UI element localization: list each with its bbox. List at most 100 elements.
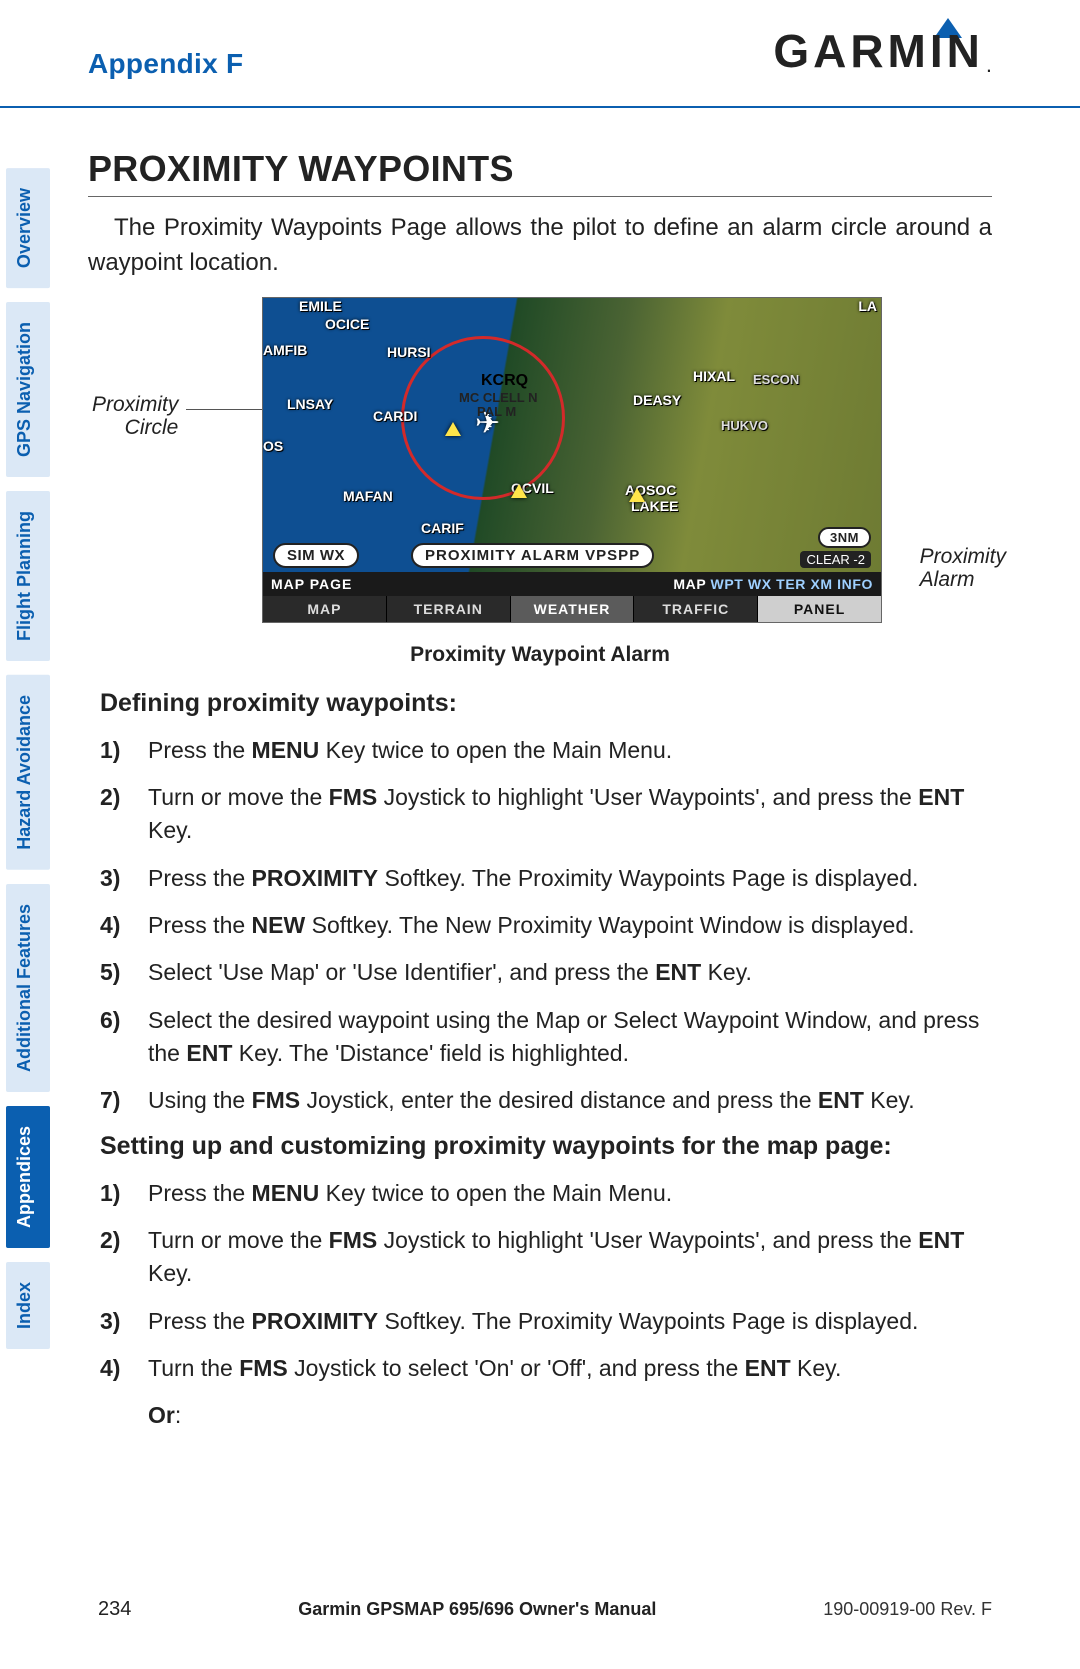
- section-title: PROXIMITY WAYPOINTS: [88, 134, 992, 197]
- logo-text: GARMIN: [773, 24, 984, 78]
- wp-center: KCRQ: [481, 372, 528, 390]
- step-number: 7): [100, 1084, 148, 1117]
- map-label: HUKVO: [721, 418, 768, 433]
- map-label: DEASY: [633, 392, 681, 408]
- step: 3)Press the PROXIMITY Softkey. The Proxi…: [100, 862, 992, 895]
- procedure-steps-2: 1)Press the MENU Key twice to open the M…: [88, 1177, 992, 1433]
- step-text: Turn or move the FMS Joystick to highlig…: [148, 781, 992, 848]
- step-number: 4): [100, 909, 148, 942]
- header: Appendix F GARMIN .: [0, 0, 1080, 108]
- page-tab-right: MAP WPT WX TER XM INFO: [673, 576, 881, 592]
- map-label: ESCON: [753, 372, 799, 387]
- step-text: Press the MENU Key twice to open the Mai…: [148, 1177, 672, 1210]
- step-text: Press the PROXIMITY Softkey. The Proximi…: [148, 1305, 918, 1338]
- sim-wx-pill: SIM WX: [273, 543, 359, 568]
- gps-screenshot: ✈ KCRQ MC CLELL N PAL M EMILE OCICE AMFI…: [262, 297, 882, 623]
- callout-text: Alarm: [920, 568, 975, 591]
- side-tab-additional-features[interactable]: Additional Features: [6, 884, 50, 1092]
- step-number: 1): [100, 1177, 148, 1210]
- step-number: 3): [100, 862, 148, 895]
- scale-pill: 3NM: [818, 527, 871, 548]
- step-text: Turn or move the FMS Joystick to highlig…: [148, 1224, 992, 1291]
- clear-box: CLEAR -2: [800, 551, 871, 568]
- map-label: HURSI: [387, 344, 431, 360]
- side-tab-gps-navigation[interactable]: GPS Navigation: [6, 302, 50, 477]
- step-text: Using the FMS Joystick, enter the desire…: [148, 1084, 915, 1117]
- step: 2)Turn or move the FMS Joystick to highl…: [100, 781, 992, 848]
- step: 5)Select 'Use Map' or 'Use Identifier', …: [100, 956, 992, 989]
- map-label: CARDI: [373, 408, 417, 424]
- procedure-title-2: Setting up and customizing proximity way…: [100, 1132, 992, 1161]
- wp-center-sub2: PAL M: [477, 404, 516, 419]
- map-label: LNSAY: [287, 396, 333, 412]
- step: 6)Select the desired waypoint using the …: [100, 1004, 992, 1071]
- page-tab-bar: MAP PAGE MAP WPT WX TER XM INFO: [263, 572, 881, 596]
- step-text: Select 'Use Map' or 'Use Identifier', an…: [148, 956, 752, 989]
- step: 2)Turn or move the FMS Joystick to highl…: [100, 1224, 992, 1291]
- step: 1)Press the MENU Key twice to open the M…: [100, 734, 992, 767]
- step-text: Or:: [148, 1399, 181, 1432]
- callout-text: Proximity: [92, 393, 178, 416]
- softkey-bar: MAPTERRAINWEATHERTRAFFICPANEL: [263, 596, 881, 622]
- step: 3)Press the PROXIMITY Softkey. The Proxi…: [100, 1305, 992, 1338]
- step-number: 5): [100, 956, 148, 989]
- softkey-map[interactable]: MAP: [263, 596, 387, 622]
- waypoint-icon: [445, 422, 461, 436]
- intro-text: The Proximity Waypoints Page allows the …: [88, 211, 992, 281]
- step-text: Press the PROXIMITY Softkey. The Proximi…: [148, 862, 918, 895]
- step-number: 4): [100, 1352, 148, 1385]
- step-number: 2): [100, 781, 148, 848]
- garmin-logo: GARMIN .: [773, 24, 992, 78]
- step-text: Press the MENU Key twice to open the Mai…: [148, 734, 672, 767]
- logo-dot: .: [986, 52, 992, 78]
- step-text: Press the NEW Softkey. The New Proximity…: [148, 909, 915, 942]
- figure-caption: Proximity Waypoint Alarm: [88, 643, 992, 667]
- softkey-weather[interactable]: WEATHER: [511, 596, 635, 622]
- map-label: HIXAL: [693, 368, 735, 384]
- map-label: CARIF: [421, 520, 464, 536]
- map-canvas: ✈ KCRQ MC CLELL N PAL M EMILE OCICE AMFI…: [263, 298, 881, 572]
- step-text: Turn the FMS Joystick to select 'On' or …: [148, 1352, 841, 1385]
- step-text: Select the desired waypoint using the Ma…: [148, 1004, 992, 1071]
- content: PROXIMITY WAYPOINTS The Proximity Waypoi…: [0, 108, 1080, 1433]
- side-tab-overview[interactable]: Overview: [6, 168, 50, 288]
- figure: Proximity Circle ✈ KCRQ MC CLELL N PAL M…: [170, 297, 910, 623]
- map-label: MAFAN: [343, 488, 393, 504]
- side-tab-hazard-avoidance[interactable]: Hazard Avoidance: [6, 675, 50, 870]
- step: 7)Using the FMS Joystick, enter the desi…: [100, 1084, 992, 1117]
- footer-docnum: 190-00919-00 Rev. F: [823, 1599, 992, 1620]
- map-label: LA: [858, 298, 877, 314]
- step-number: 1): [100, 734, 148, 767]
- footer: 234 Garmin GPSMAP 695/696 Owner's Manual…: [0, 1598, 1080, 1621]
- map-label: OCICE: [325, 316, 369, 332]
- map-label: EMILE: [299, 298, 342, 314]
- side-tab-index[interactable]: Index: [6, 1262, 50, 1349]
- side-tabs: Overview GPS Navigation Flight Planning Haz…: [6, 168, 50, 1349]
- side-tab-flight-planning[interactable]: Flight Planning: [6, 491, 50, 661]
- step: 1)Press the MENU Key twice to open the M…: [100, 1177, 992, 1210]
- side-tab-appendices[interactable]: Appendices: [6, 1106, 50, 1248]
- wp-center-sub1: MC CLELL N: [459, 390, 537, 405]
- step: 4)Press the NEW Softkey. The New Proximi…: [100, 909, 992, 942]
- callout-proximity-circle: Proximity Circle: [92, 393, 178, 439]
- map-label: OS: [263, 438, 283, 454]
- page-tab-left: MAP PAGE: [263, 576, 673, 592]
- waypoint-icon: [511, 484, 527, 498]
- step-number: [100, 1399, 148, 1432]
- callout-text: Proximity: [920, 545, 1006, 568]
- page: Appendix F GARMIN . Overview GPS Navigati…: [0, 0, 1080, 1669]
- callout-text: Circle: [125, 416, 179, 439]
- softkey-traffic[interactable]: TRAFFIC: [634, 596, 758, 622]
- softkey-panel[interactable]: PANEL: [758, 596, 881, 622]
- callout-proximity-alarm: Proximity Alarm: [920, 545, 1006, 591]
- step-number: 2): [100, 1224, 148, 1291]
- step: 4)Turn the FMS Joystick to select 'On' o…: [100, 1352, 992, 1385]
- step-number: 6): [100, 1004, 148, 1071]
- page-number: 234: [98, 1598, 131, 1621]
- proximity-alarm-pill: PROXIMITY ALARM VPSPP: [411, 543, 654, 568]
- step-number: 3): [100, 1305, 148, 1338]
- procedure-title-1: Defining proximity waypoints:: [100, 689, 992, 718]
- footer-title: Garmin GPSMAP 695/696 Owner's Manual: [298, 1599, 656, 1620]
- map-label: AMFIB: [263, 342, 307, 358]
- softkey-terrain[interactable]: TERRAIN: [387, 596, 511, 622]
